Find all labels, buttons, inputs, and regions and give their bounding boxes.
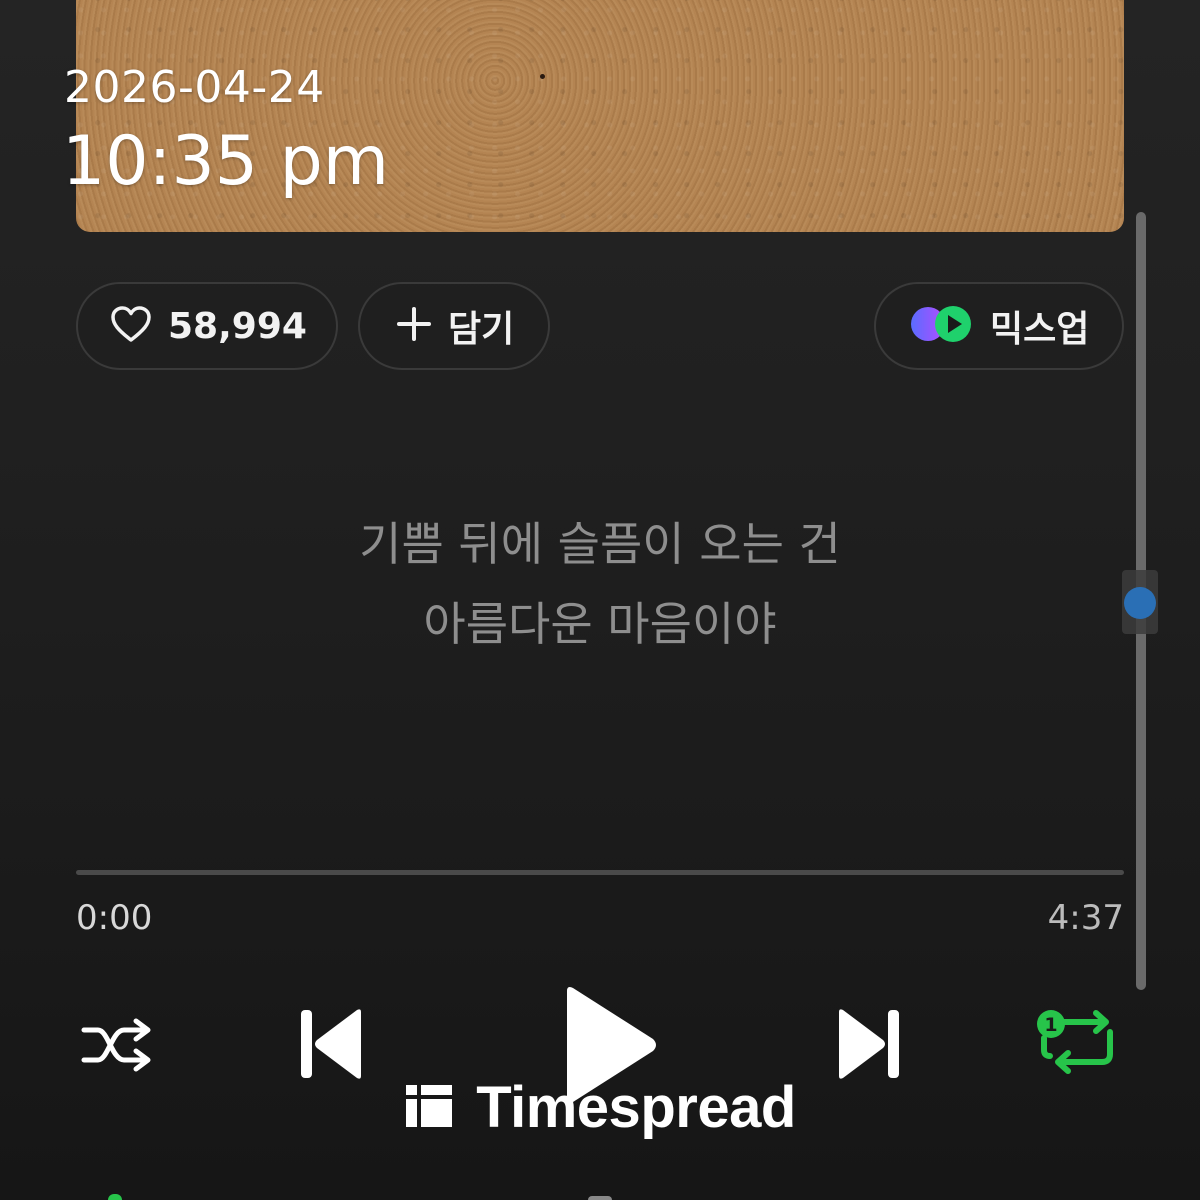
lyric-line-next[interactable]: 아름다운 마음이야 bbox=[0, 588, 1200, 654]
mixup-logo-icon bbox=[908, 303, 974, 349]
mixup-label: 믹스업 bbox=[990, 309, 1090, 350]
watermark-text: Timespread bbox=[476, 1075, 796, 1140]
add-to-playlist-button[interactable]: 담기 bbox=[358, 282, 550, 370]
heart-icon bbox=[110, 305, 152, 347]
bottom-bar-green-indicator bbox=[108, 1194, 122, 1200]
like-button[interactable]: 58,994 bbox=[76, 282, 338, 370]
repeat-one-badge: 1 bbox=[1044, 1014, 1057, 1036]
timespread-watermark: Timespread bbox=[0, 1074, 1200, 1141]
repeat-button[interactable]: 1 bbox=[1034, 1008, 1118, 1080]
total-time: 4:37 bbox=[1047, 898, 1124, 938]
album-art-speck bbox=[540, 74, 545, 79]
timestamp-date: 2026-04-24 bbox=[64, 62, 325, 113]
timespread-logo-icon bbox=[404, 1081, 454, 1135]
add-label: 담기 bbox=[448, 309, 515, 350]
timestamp-time: 10:35 pm bbox=[62, 122, 389, 201]
mixup-button[interactable]: 믹스업 bbox=[874, 282, 1124, 370]
shuffle-icon bbox=[80, 1016, 154, 1078]
lyric-line-current[interactable]: 기쁨 뒤에 슬픔이 오는 건 bbox=[0, 508, 1200, 574]
progress-bar[interactable] bbox=[76, 870, 1124, 875]
bottom-bar-indicator bbox=[588, 1196, 612, 1200]
elapsed-time: 0:00 bbox=[76, 898, 153, 938]
like-count: 58,994 bbox=[168, 305, 307, 347]
plus-icon bbox=[396, 306, 432, 346]
repeat-one-icon: 1 bbox=[1034, 1006, 1118, 1082]
shuffle-button[interactable] bbox=[78, 1016, 156, 1078]
scrollbar-handle[interactable] bbox=[1124, 587, 1156, 619]
